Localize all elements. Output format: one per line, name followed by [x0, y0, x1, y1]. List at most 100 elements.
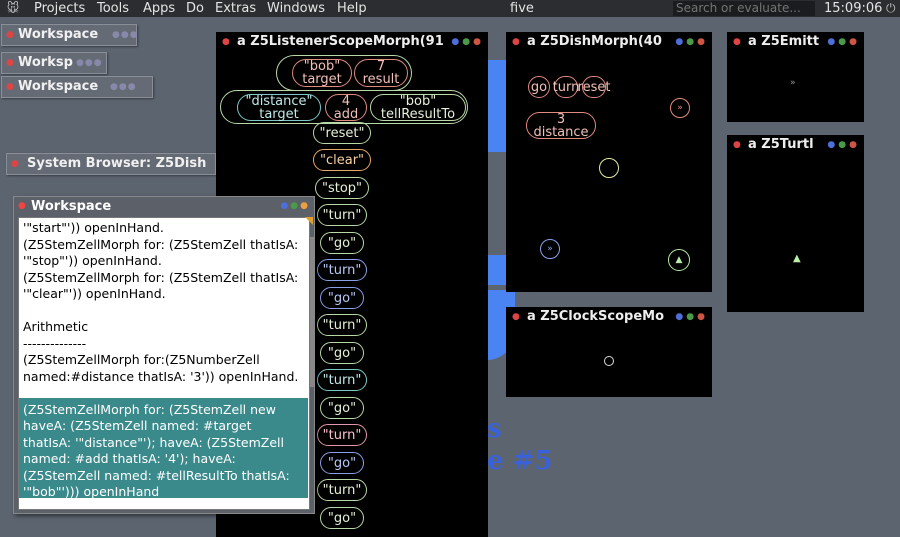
zell-value: 4 [341, 93, 351, 109]
turtle-window[interactable]: ● a Z5Turtl ●●● ▲ [727, 135, 864, 312]
zell-label: "go" [327, 400, 357, 416]
collapsed-window[interactable]: ● Workspace ●●● [1, 76, 153, 98]
search-input[interactable] [673, 1, 815, 16]
close-icon[interactable]: ● [222, 32, 230, 52]
code-editor[interactable]: '"start"')) openInHand. (Z5StemZellMorph… [18, 217, 310, 510]
zell-command[interactable]: "go" [320, 287, 364, 309]
menu-projects[interactable]: Projects [34, 0, 85, 17]
zell-command[interactable]: "turn" [317, 259, 367, 281]
menu-extras[interactable]: Extras [215, 0, 256, 17]
menu-do[interactable]: Do [186, 0, 204, 17]
zell-command[interactable]: "go" [320, 342, 364, 364]
window-buttons-icon[interactable]: ●●● [110, 77, 137, 97]
zell-add[interactable]: 4 add [325, 94, 367, 121]
zell-tell-result-to[interactable]: "bob" tellResultTo [370, 94, 466, 121]
turtle-icon: ▲ [793, 253, 801, 264]
zell-label: "go" [327, 290, 357, 306]
zell-label: reset [577, 79, 611, 95]
code-line: (Z5StemZellMorph for: (Z5StemZell thatIs… [23, 237, 299, 252]
zell-label: distance [533, 124, 589, 140]
close-icon[interactable]: ● [6, 25, 14, 45]
close-icon[interactable]: ● [733, 32, 741, 52]
zell-label: result [362, 72, 400, 87]
window-title: a Z5ListenerScopeMorph(91 [237, 34, 444, 49]
window-title-bar[interactable]: ● a Z5DishMorph(40 ●●● [506, 32, 712, 52]
close-icon[interactable]: ● [512, 307, 520, 327]
zell-command[interactable]: "stop" [315, 177, 369, 199]
zell-label: turn [552, 79, 580, 95]
zell-command[interactable]: "turn" [317, 369, 367, 391]
clock-scope-window[interactable]: ● a Z5ClockScopeMo ●●● [506, 307, 712, 397]
zell-bob-target[interactable]: "bob" target [292, 59, 352, 87]
clock: 15:09:06 [824, 1, 883, 16]
window-title-bar[interactable]: ● Workspace ●●● [14, 197, 314, 216]
collapsed-window[interactable]: ● System Browser: Z5Dish [6, 153, 216, 175]
close-icon[interactable]: ● [11, 154, 19, 174]
window-buttons-icon[interactable]: ●●● [675, 32, 708, 52]
zell-command[interactable]: "go" [320, 452, 364, 474]
window-label: System Browser: Z5Dish [27, 156, 207, 171]
zell-command[interactable]: "reset" [313, 122, 371, 144]
clock-ring-icon[interactable] [599, 158, 619, 178]
zell-label: tellResultTo [380, 106, 456, 122]
zell-command[interactable]: "turn" [317, 424, 367, 446]
menu-tools[interactable]: Tools [97, 0, 129, 17]
zell-distance[interactable]: 3 distance [526, 112, 596, 139]
zell-label: "turn" [322, 427, 362, 443]
workspace-window[interactable]: ● Workspace ●●● '"start"')) openInHand. … [13, 196, 315, 514]
code-line-selected: '"bob"'))) openInHand [23, 484, 160, 499]
zell-command[interactable]: "go" [320, 232, 364, 254]
zell-command[interactable]: "turn" [317, 314, 367, 336]
window-buttons-icon[interactable]: ●●● [675, 307, 708, 327]
emitter-ring-icon[interactable]: » [670, 98, 690, 118]
zell-go[interactable]: go [528, 76, 550, 98]
window-title-bar[interactable]: ● a Z5ClockScopeMo ●●● [506, 307, 712, 327]
zell-distance-target[interactable]: "distance" target [237, 94, 321, 121]
zell-label: go [530, 79, 548, 95]
resize-corner-icon[interactable] [305, 217, 313, 225]
turtle-ring-icon[interactable]: ▲ [668, 249, 690, 271]
collapsed-window[interactable]: ● Workspace ●●● [1, 24, 139, 46]
close-icon[interactable]: ● [733, 135, 741, 155]
emitter-window[interactable]: ● a Z5Emitt ●●● » [727, 32, 864, 122]
window-buttons-icon[interactable]: ●●● [827, 32, 860, 52]
collapsed-window[interactable]: ● Worksp ●●● [1, 52, 107, 74]
window-title-bar[interactable]: ● a Z5ListenerScopeMorph(91 ●●● [216, 32, 488, 52]
emitter-ring-icon[interactable]: » [540, 239, 560, 259]
zell-command[interactable]: "clear" [313, 149, 371, 171]
zell-label: "turn" [322, 482, 362, 498]
window-label: Workspace [18, 79, 99, 94]
zell-command[interactable]: "turn" [317, 479, 367, 501]
zell-command[interactable]: "go" [320, 397, 364, 419]
power-icon[interactable]: ⏻ [886, 0, 896, 17]
zell-label: "turn" [322, 372, 362, 388]
menu-help[interactable]: Help [337, 0, 367, 17]
window-title: Workspace [31, 199, 112, 214]
window-buttons-icon[interactable]: ●●● [76, 53, 103, 73]
zell-turn[interactable]: turn [552, 76, 580, 98]
close-icon[interactable]: ● [6, 77, 14, 97]
zell-reset[interactable]: reset [578, 76, 610, 98]
close-icon[interactable]: ● [6, 53, 14, 73]
window-buttons-icon[interactable]: ●●● [827, 135, 860, 155]
menu-apps[interactable]: Apps [143, 0, 175, 17]
squeak-logo-icon[interactable]: 🐭 [4, 0, 22, 17]
window-title-bar[interactable]: ● a Z5Emitt ●●● [727, 32, 864, 52]
window-buttons-icon[interactable]: ●●● [451, 32, 484, 52]
window-title-bar[interactable]: ● a Z5Turtl ●●● [727, 135, 864, 155]
code-line: named:#distance thatIsA: '3')) openInHan… [23, 369, 299, 384]
window-buttons-icon[interactable]: ●●● [280, 197, 310, 216]
close-icon[interactable]: ● [18, 197, 26, 216]
zell-label: "go" [327, 345, 357, 361]
close-icon[interactable]: ● [512, 32, 520, 52]
menu-windows[interactable]: Windows [267, 0, 325, 17]
dish-window[interactable]: ● a Z5DishMorph(40 ●●● go turn reset 3 d… [506, 32, 712, 292]
window-label: Workspace [18, 27, 99, 42]
code-line-selected: (Z5StemZellMorph for: (Z5StemZell new [23, 402, 276, 417]
zell-command[interactable]: "go" [320, 507, 364, 529]
scrollbar[interactable] [310, 237, 314, 387]
window-buttons-icon[interactable]: ●●● [112, 25, 139, 45]
zell-result[interactable]: 7 result [354, 59, 408, 87]
clock-ring-icon[interactable] [604, 356, 614, 366]
zell-command[interactable]: "turn" [317, 204, 367, 226]
